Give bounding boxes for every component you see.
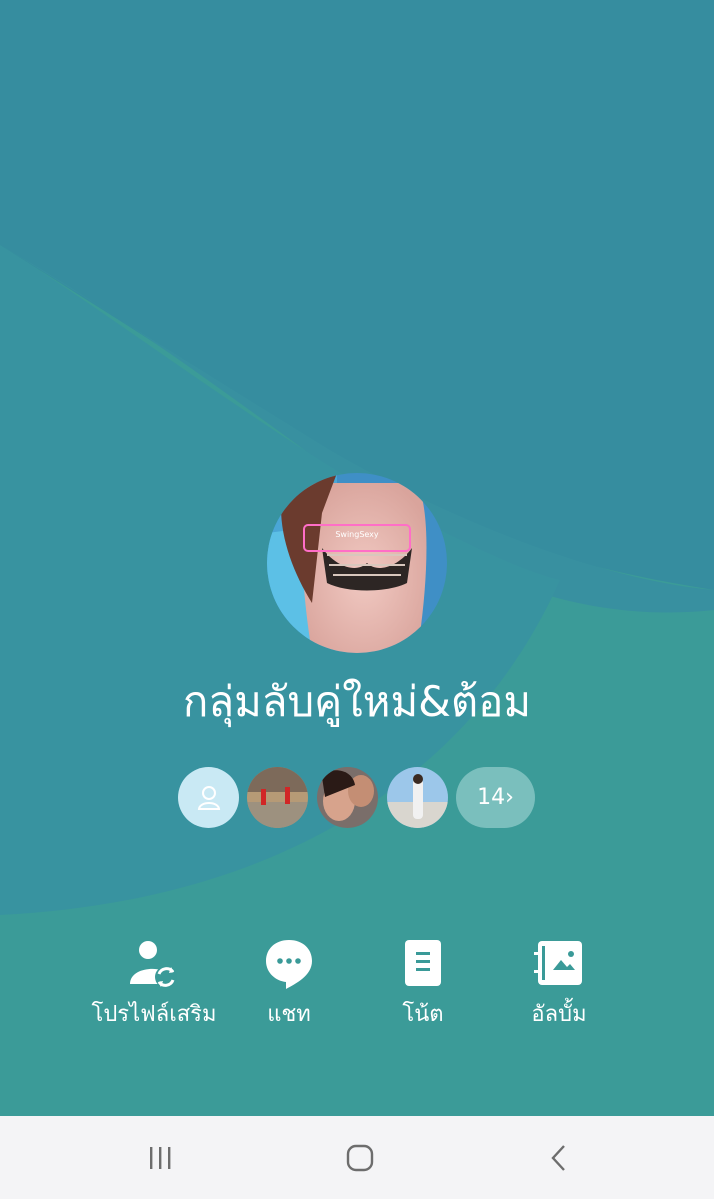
svg-text:SwingSexy: SwingSexy <box>335 530 379 539</box>
more-members-button[interactable]: 14› <box>456 767 535 828</box>
member-list: 14› <box>0 767 714 829</box>
member-avatar[interactable] <box>387 767 448 828</box>
note-button[interactable]: โน้ต <box>348 930 498 1040</box>
member-avatar[interactable] <box>317 767 378 828</box>
album-label: อัลบั้ม <box>531 1002 587 1027</box>
group-avatar[interactable]: SwingSexy <box>267 473 447 653</box>
chat-button[interactable]: แชท <box>214 930 364 1040</box>
member-avatar[interactable] <box>247 767 308 828</box>
recent-apps-icon <box>150 1147 171 1169</box>
extra-profile-button[interactable]: โปรไฟล์เสริม <box>79 930 229 1040</box>
chat-label: แชท <box>267 1002 311 1027</box>
group-name: กลุ่มลับคู่ใหม่&ต้อม <box>182 677 532 726</box>
member-placeholder-avatar[interactable] <box>178 767 239 828</box>
back-button[interactable] <box>530 1134 590 1182</box>
recent-apps-button[interactable] <box>130 1134 190 1182</box>
extra-profile-label: โปรไฟล์เสริม <box>91 1002 217 1027</box>
album-icon <box>534 941 582 985</box>
chat-icon <box>266 940 312 989</box>
user-icon <box>197 785 220 810</box>
action-bar: โปรไฟล์เสริม แชท โน้ต อัลบั้ม <box>0 930 714 1040</box>
note-icon <box>405 940 441 986</box>
album-button[interactable]: อัลบั้ม <box>484 930 634 1040</box>
system-nav-bar <box>0 1116 714 1199</box>
note-label: โน้ต <box>402 1002 444 1027</box>
back-icon <box>551 1145 565 1171</box>
home-icon <box>346 1144 374 1172</box>
home-button[interactable] <box>330 1134 390 1182</box>
profile-switch-icon <box>130 941 177 988</box>
